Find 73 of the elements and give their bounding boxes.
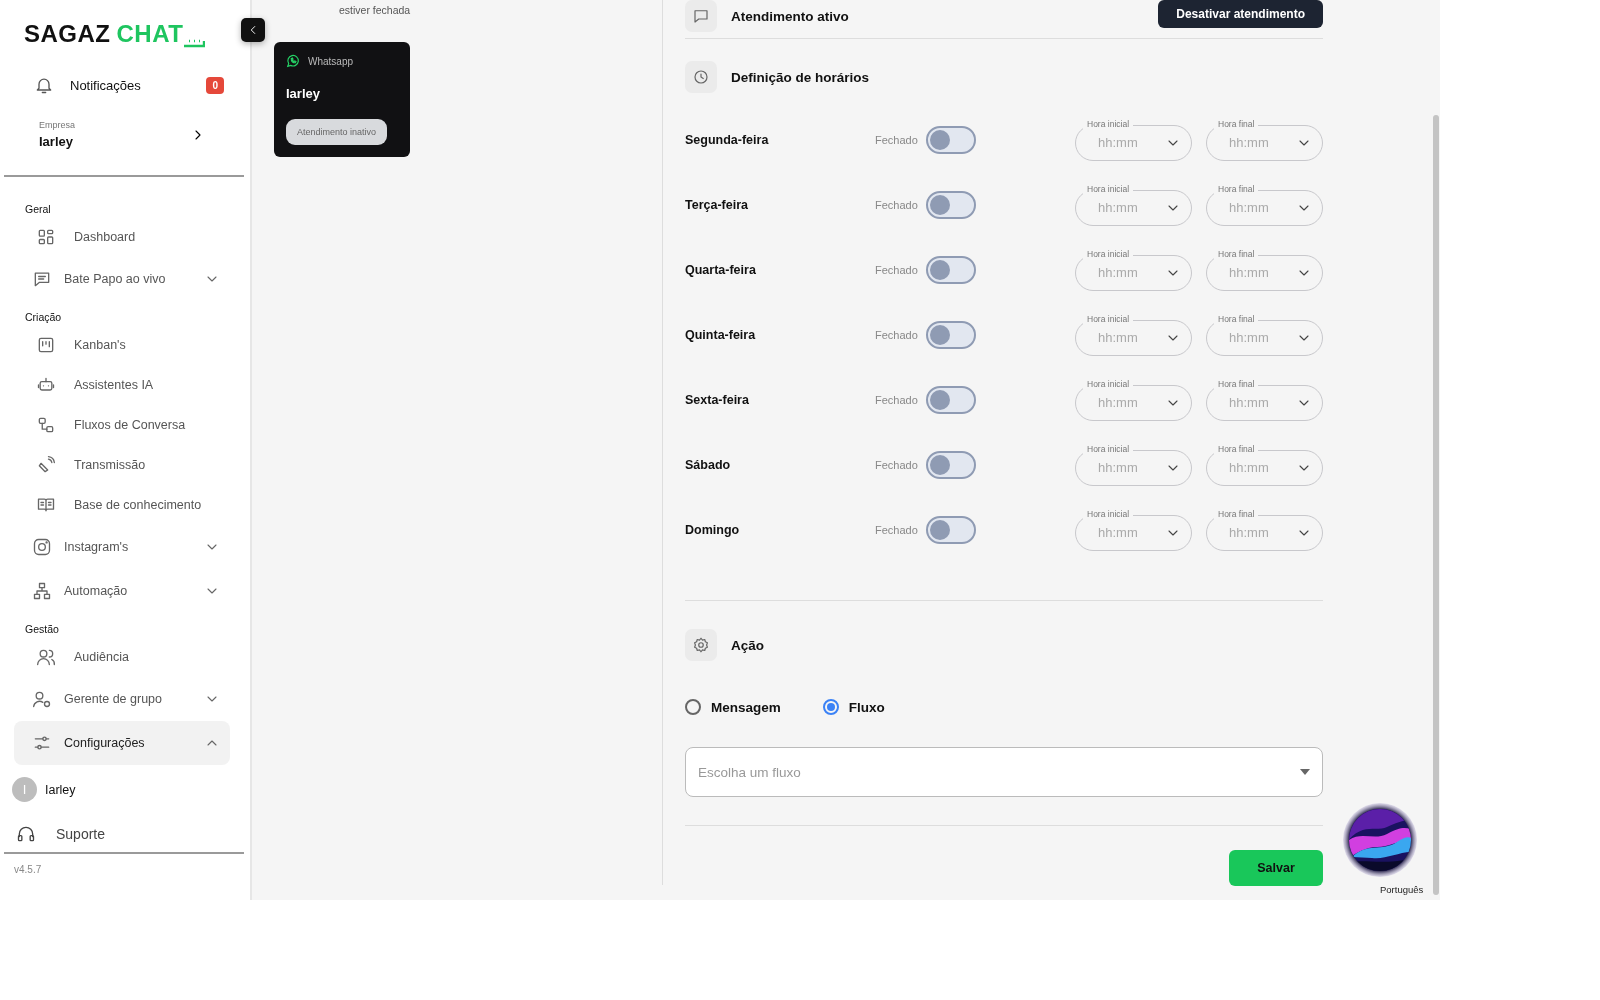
notification-count: 0	[206, 76, 224, 94]
caret-icon	[1300, 769, 1310, 775]
channel-card[interactable]: Whatsapp Iarley Atendimento inativo	[274, 42, 410, 157]
grid-icon	[36, 227, 56, 247]
sidebar-item[interactable]: Fluxos de Conversa	[14, 405, 230, 445]
status-label: Fechado	[875, 133, 918, 146]
day-label: Domingo	[685, 522, 741, 537]
clock-icon	[692, 68, 710, 86]
status-pill: Atendimento inativo	[286, 119, 388, 145]
toggle-switch[interactable]	[925, 255, 976, 284]
sidebar-item[interactable]: Bate Papo ao vivo	[14, 257, 230, 301]
headset-icon	[16, 824, 36, 844]
status-label: Fechado	[875, 393, 918, 406]
sidebar-item[interactable]: Kanban's	[14, 325, 230, 365]
status-label: Fechado	[875, 263, 918, 276]
day-label: Sábado	[685, 457, 732, 472]
sidebar-item[interactable]: Dashboard	[14, 217, 230, 257]
logo-text: SAGAZ	[24, 20, 111, 48]
channel-name: Whatsapp	[308, 55, 354, 67]
toggle-switch[interactable]	[925, 320, 976, 349]
day-label: Quinta-feira	[685, 327, 757, 342]
language-label: Português	[1380, 884, 1424, 895]
day-label: Terça-feira	[685, 197, 749, 212]
section-title: Ação	[731, 637, 764, 653]
card-title: Iarley	[286, 86, 321, 101]
deactivate-button[interactable]: Desativar atendimento	[1158, 0, 1323, 28]
sidebar-item[interactable]: Instagram's	[14, 525, 230, 569]
toggle-switch[interactable]	[925, 515, 976, 544]
save-button[interactable]: Salvar	[1229, 850, 1323, 886]
camera-icon	[32, 537, 52, 557]
chat-bubble-icon	[692, 7, 710, 25]
sidebar-item[interactable]: Base de conhecimento	[14, 485, 230, 525]
phone-bubble-icon	[286, 54, 300, 68]
day-label: Sexta-feira	[685, 392, 750, 407]
sidebar-item[interactable]: Audiência	[14, 637, 230, 677]
toggle-switch[interactable]	[925, 190, 976, 219]
network-icon	[32, 581, 52, 601]
satellite-icon	[36, 455, 56, 475]
sidebar-item[interactable]: Automação	[14, 569, 230, 613]
version-label: v4.5.7	[13, 863, 43, 875]
sidebar-item[interactable]: Gerente de grupo	[14, 677, 230, 721]
status-label: Fechado	[875, 458, 918, 471]
section-title: Definição de horários	[731, 69, 870, 85]
section-heading: Criação	[25, 311, 63, 323]
collapse-button[interactable]	[241, 18, 265, 42]
kanban-icon	[36, 335, 56, 355]
notifications-link[interactable]: Notificações	[70, 77, 207, 93]
user-gear-icon	[32, 689, 52, 709]
logo-text: CHAT	[116, 20, 184, 48]
radio-option[interactable]: Mensagem	[685, 699, 781, 715]
user-avatar: I	[12, 777, 37, 802]
section-heading: Gestão	[25, 623, 60, 635]
status-label: Fechado	[875, 198, 918, 211]
section-heading: Geral	[25, 203, 52, 215]
day-label: Quarta-feira	[685, 262, 757, 277]
support-link[interactable]: Suporte	[0, 802, 250, 844]
user-name: Iarley	[45, 782, 76, 797]
toggle-switch[interactable]	[925, 125, 976, 154]
section-title: Atendimento ativo	[731, 8, 849, 24]
gear-icon	[692, 636, 710, 654]
status-label: Fechado	[875, 523, 918, 536]
sidebar-item[interactable]: Transmissão	[14, 445, 230, 485]
sidebar-item[interactable]: Assistentes IA	[14, 365, 230, 405]
company-selector[interactable]: Empresa Iarley	[39, 120, 206, 149]
status-label: Fechado	[875, 328, 918, 341]
people-icon	[36, 647, 56, 667]
sidebar-item[interactable]: Configurações	[14, 721, 230, 765]
day-label: Segunda-feira	[685, 132, 770, 147]
radio-option[interactable]: Fluxo	[822, 699, 885, 715]
flow-icon	[36, 415, 56, 435]
note-text: estiver fechada	[339, 4, 411, 16]
toggle-switch[interactable]	[925, 385, 976, 414]
toggle-switch[interactable]	[925, 450, 976, 479]
